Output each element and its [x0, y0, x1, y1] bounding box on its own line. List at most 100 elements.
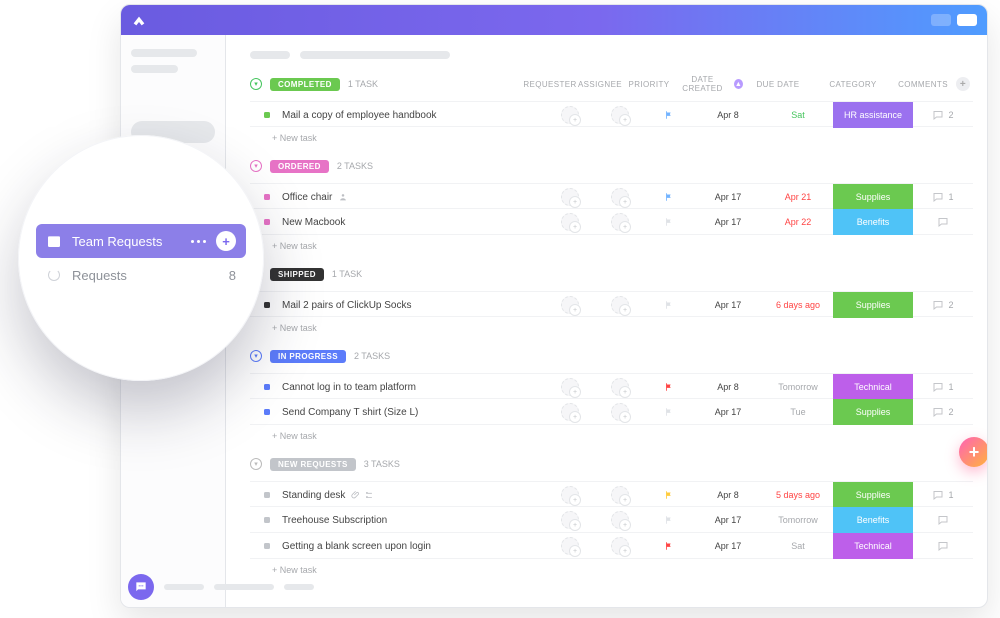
assignee-add-button[interactable]	[611, 296, 629, 314]
task-list: Mail 2 pairs of ClickUp Socks Apr 17 6 d…	[250, 291, 973, 317]
table-row[interactable]: Getting a blank screen upon login Apr 17…	[250, 533, 973, 559]
collapse-toggle-icon[interactable]: ▾	[250, 350, 262, 362]
comments-cell[interactable]: 2	[913, 406, 973, 418]
requester-add-button[interactable]	[561, 378, 579, 396]
table-row[interactable]: Mail 2 pairs of ClickUp Socks Apr 17 6 d…	[250, 291, 973, 317]
task-title: Cannot log in to team platform	[276, 382, 545, 393]
category-badge[interactable]: Supplies	[833, 482, 913, 508]
collapse-toggle-icon[interactable]: ▾	[250, 78, 262, 90]
category-badge[interactable]: Benefits	[833, 209, 913, 235]
due-date-cell[interactable]: 5 days ago	[763, 490, 833, 500]
new-task-button[interactable]: + New task	[250, 127, 973, 147]
requester-add-button[interactable]	[561, 188, 579, 206]
assignee-add-button[interactable]	[611, 213, 629, 231]
date-created-cell: Apr 8	[693, 382, 763, 392]
main-content: ▾ COMPLETED 1 TASK REQUESTER ASSIGNEE PR…	[226, 35, 987, 607]
comments-cell[interactable]: 2	[913, 299, 973, 311]
comment-count: 1	[948, 382, 953, 392]
due-date-cell[interactable]: Tomorrow	[763, 382, 833, 392]
priority-flag-icon[interactable]	[645, 382, 693, 392]
table-row[interactable]: Treehouse Subscription Apr 17 Tomorrow B…	[250, 507, 973, 533]
collapse-toggle-icon[interactable]: ▾	[250, 458, 262, 470]
assignee-add-button[interactable]	[611, 106, 629, 124]
assignee-add-button[interactable]	[611, 403, 629, 421]
more-icon[interactable]	[191, 240, 206, 243]
due-date-cell[interactable]: 6 days ago	[763, 300, 833, 310]
comments-cell[interactable]: 2	[913, 109, 973, 121]
comments-cell[interactable]: 1	[913, 489, 973, 501]
requester-add-button[interactable]	[561, 106, 579, 124]
requester-add-button[interactable]	[561, 511, 579, 529]
comments-cell[interactable]	[913, 216, 973, 228]
table-row[interactable]: Mail a copy of employee handbook Apr 8 S…	[250, 101, 973, 127]
title-bar-button-1[interactable]	[931, 14, 951, 26]
comments-cell[interactable]: 1	[913, 381, 973, 393]
priority-flag-icon[interactable]	[645, 515, 693, 525]
group-header: ▾ COMPLETED 1 TASK REQUESTER ASSIGNEE PR…	[250, 73, 973, 95]
calendar-icon	[46, 233, 62, 249]
group-header: ▾ ORDERED 2 TASKS	[250, 155, 973, 177]
due-date-cell[interactable]: Apr 22	[763, 217, 833, 227]
category-badge[interactable]: Technical	[833, 374, 913, 400]
comment-count: 1	[948, 192, 953, 202]
due-date-cell[interactable]: Sat	[763, 541, 833, 551]
category-badge[interactable]: HR assistance	[833, 102, 913, 128]
category-badge[interactable]: Supplies	[833, 184, 913, 210]
requester-add-button[interactable]	[561, 403, 579, 421]
collapse-toggle-icon[interactable]: ▾	[250, 160, 262, 172]
add-list-button[interactable]: +	[216, 231, 236, 251]
category-badge[interactable]: Technical	[833, 533, 913, 559]
due-date-cell[interactable]: Apr 21	[763, 192, 833, 202]
new-task-button[interactable]: + New task	[250, 559, 973, 579]
table-row[interactable]: Office chair Apr 17 Apr 21 Supplies 1	[250, 183, 973, 209]
comments-cell[interactable]	[913, 514, 973, 526]
requester-add-button[interactable]	[561, 213, 579, 231]
table-row[interactable]: Cannot log in to team platform Apr 8 Tom…	[250, 373, 973, 399]
new-task-button[interactable]: + New task	[250, 425, 973, 445]
content-topbar	[250, 51, 973, 59]
bottom-bar	[128, 574, 314, 600]
new-task-button[interactable]: + New task	[250, 235, 973, 255]
due-date-cell[interactable]: Tue	[763, 407, 833, 417]
category-badge[interactable]: Supplies	[833, 399, 913, 425]
assignee-add-button[interactable]	[611, 188, 629, 206]
fab-add-button[interactable]: +	[959, 437, 987, 467]
new-task-button[interactable]: + New task	[250, 317, 973, 337]
priority-flag-icon[interactable]	[645, 541, 693, 551]
table-row[interactable]: Standing desk Apr 8 5 days ago Supplies …	[250, 481, 973, 507]
requester-add-button[interactable]	[561, 296, 579, 314]
group-completed: ▾ COMPLETED 1 TASK REQUESTER ASSIGNEE PR…	[250, 73, 973, 147]
col-date-created[interactable]: DATE CREATED▲	[673, 75, 743, 93]
task-list: Mail a copy of employee handbook Apr 8 S…	[250, 101, 973, 127]
add-column-button[interactable]: +	[956, 77, 970, 91]
comments-cell[interactable]: 1	[913, 191, 973, 203]
assignee-add-button[interactable]	[611, 537, 629, 555]
table-row[interactable]: New Macbook Apr 17 Apr 22 Benefits	[250, 209, 973, 235]
priority-flag-icon[interactable]	[645, 300, 693, 310]
priority-flag-icon[interactable]	[645, 217, 693, 227]
priority-flag-icon[interactable]	[645, 490, 693, 500]
requester-add-button[interactable]	[561, 537, 579, 555]
comments-cell[interactable]	[913, 540, 973, 552]
due-date-cell[interactable]: Tomorrow	[763, 515, 833, 525]
due-date-cell[interactable]: Sat	[763, 110, 833, 120]
priority-flag-icon[interactable]	[645, 192, 693, 202]
title-bar-button-2[interactable]	[957, 14, 977, 26]
table-row[interactable]: Send Company T shirt (Size L) Apr 17 Tue…	[250, 399, 973, 425]
status-dot-icon	[264, 302, 270, 308]
sidebar-item-requests[interactable]: Requests 8	[36, 258, 246, 292]
category-badge[interactable]: Supplies	[833, 292, 913, 318]
sidebar-item-label: Requests	[72, 268, 219, 283]
sidebar-item-label: Team Requests	[72, 234, 181, 249]
comment-icon	[932, 109, 944, 121]
assignee-add-button[interactable]	[611, 511, 629, 529]
category-badge[interactable]: Benefits	[833, 507, 913, 533]
assignee-add-button[interactable]	[611, 486, 629, 504]
requester-add-button[interactable]	[561, 486, 579, 504]
priority-flag-icon[interactable]	[645, 407, 693, 417]
bottom-skeleton	[164, 584, 204, 590]
chat-icon[interactable]	[128, 574, 154, 600]
priority-flag-icon[interactable]	[645, 110, 693, 120]
assignee-add-button[interactable]	[611, 378, 629, 396]
sidebar-item-team-requests[interactable]: Team Requests +	[36, 224, 246, 258]
